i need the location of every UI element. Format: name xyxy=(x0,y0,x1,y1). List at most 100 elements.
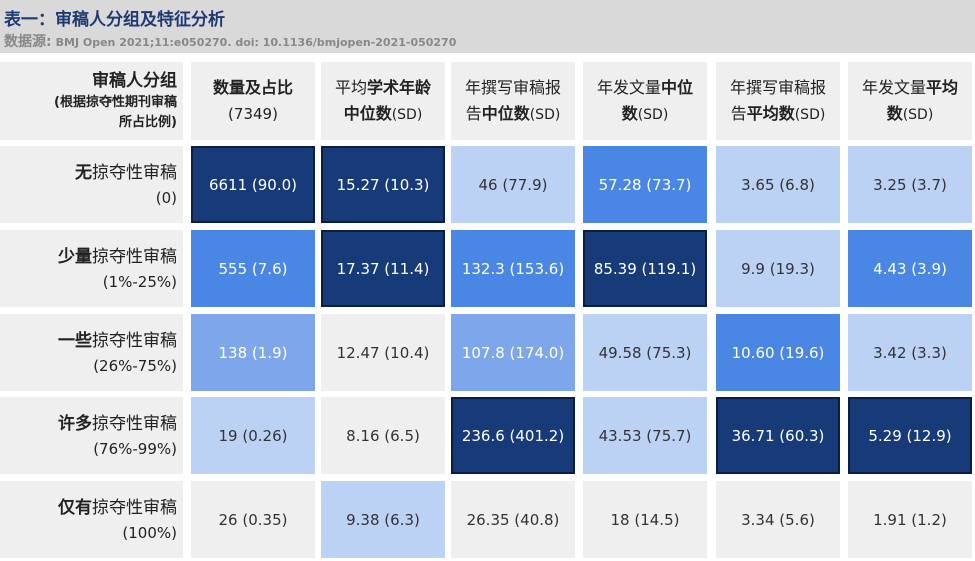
column-header-part: 中位数 xyxy=(343,103,392,123)
table-cell: 49.58 (75.3) xyxy=(583,314,707,391)
column-header-line2: 告平均数(SD) xyxy=(731,101,826,128)
row-header-emphasis: 一些 xyxy=(58,330,92,351)
table-cell: 57.28 (73.7) xyxy=(583,146,707,223)
row-header-range: (1%-25%) xyxy=(102,272,177,291)
column-header-part: 数 xyxy=(621,103,638,123)
column-header-part: 学术年龄 xyxy=(367,77,432,97)
column-header-part: 年发文量 xyxy=(596,77,661,97)
column-header-line2: 数(SD) xyxy=(887,101,934,128)
column-header-2: 年撰写审稿报 告中位数(SD) xyxy=(451,62,575,140)
corner-header: 审稿人分组 (根据掠夺性期刊审稿 所占比例) xyxy=(0,62,183,140)
column-header-part: (SD) xyxy=(637,106,669,123)
column-header-part: 数量及占比 xyxy=(212,78,293,97)
corner-note-2: 所占比例) xyxy=(119,115,177,130)
column-header-line1: 平均学术年龄 xyxy=(335,75,431,101)
column-header-5: 年发文量平均 数(SD) xyxy=(848,62,972,140)
row-header-label: 少量掠夺性审稿 xyxy=(58,244,177,270)
table-cell: 3.65 (6.8) xyxy=(716,146,840,223)
column-header-part: (SD) xyxy=(794,106,826,123)
row-header-range: (0) xyxy=(155,188,177,207)
row-header-label: 仅有掠夺性审稿 xyxy=(58,495,177,521)
source-label: 数据源: xyxy=(4,34,52,50)
table-cell: 3.42 (3.3) xyxy=(848,314,972,391)
table-cell: 132.3 (153.6) xyxy=(451,230,575,307)
source-text: BMJ Open 2021;11:e050270. doi: 10.1136/b… xyxy=(55,36,457,49)
corner-title: 审稿人分组 xyxy=(92,71,177,91)
table-cell: 236.6 (401.2) xyxy=(451,397,575,474)
column-header-part: 中位 xyxy=(661,77,694,97)
row-header-text: 掠夺性审稿 xyxy=(92,497,177,518)
column-header-part: 年撰写审稿报 xyxy=(729,77,826,97)
column-header-line2: 告中位数(SD) xyxy=(466,101,561,128)
table-cell: 555 (7.6) xyxy=(191,230,315,307)
row-header-text: 掠夺性审稿 xyxy=(92,330,177,351)
table-cell: 12.47 (10.4) xyxy=(321,314,445,391)
table-cell: 26 (0.35) xyxy=(191,481,315,558)
column-header-part: 数 xyxy=(886,103,903,123)
column-header-part: 告 xyxy=(465,103,482,123)
column-header-part: 平均数 xyxy=(746,103,795,123)
column-header-part: (SD) xyxy=(902,106,934,123)
table-cell: 8.16 (6.5) xyxy=(321,397,445,474)
column-header-line1: 数量及占比 xyxy=(213,75,293,101)
column-header-line1: 年发文量平均 xyxy=(862,75,958,101)
table-cell: 43.53 (75.7) xyxy=(583,397,707,474)
row-header-0: 无掠夺性审稿 (0) xyxy=(0,146,183,223)
row-header-label: 一些掠夺性审稿 xyxy=(58,328,177,354)
row-header-emphasis: 许多 xyxy=(58,413,92,434)
title-bar: 表一：审稿人分组及特征分析 数据源: BMJ Open 2021;11:e0502… xyxy=(0,0,975,53)
column-header-line2: 中位数(SD) xyxy=(344,101,423,128)
column-header-0: 数量及占比 (7349) xyxy=(191,62,315,140)
source-line: 数据源: BMJ Open 2021;11:e050270. doi: 10.11… xyxy=(4,31,456,51)
row-header-range: (76%-99%) xyxy=(93,439,177,458)
row-header-text: 掠夺性审稿 xyxy=(92,162,177,183)
column-header-4: 年撰写审稿报 告平均数(SD) xyxy=(716,62,840,140)
row-header-text: 掠夺性审稿 xyxy=(92,246,177,267)
row-header-1: 少量掠夺性审稿 (1%-25%) xyxy=(0,230,183,307)
column-header-line1: 年撰写审稿报 xyxy=(730,75,826,101)
table-cell: 4.43 (3.9) xyxy=(848,230,972,307)
corner-note-1: (根据掠夺性期刊审稿 xyxy=(54,95,177,110)
column-header-part: 年发文量 xyxy=(861,77,926,97)
table-cell: 1.91 (1.2) xyxy=(848,481,972,558)
column-header-part: (SD) xyxy=(391,106,423,123)
table-cell: 18 (14.5) xyxy=(583,481,707,558)
table-cell: 36.71 (60.3) xyxy=(716,397,840,474)
row-header-emphasis: 仅有 xyxy=(58,497,92,518)
table-cell: 15.27 (10.3) xyxy=(321,146,445,223)
column-header-part: 平均 xyxy=(334,77,367,97)
table-cell: 26.35 (40.8) xyxy=(451,481,575,558)
table-cell: 9.9 (19.3) xyxy=(716,230,840,307)
column-header-part: 中位数 xyxy=(481,103,530,123)
table-cell: 9.38 (6.3) xyxy=(321,481,445,558)
table-cell: 19 (0.26) xyxy=(191,397,315,474)
row-header-label: 无掠夺性审稿 xyxy=(75,160,177,186)
table-cell: 138 (1.9) xyxy=(191,314,315,391)
table-title: 表一：审稿人分组及特征分析 xyxy=(4,10,225,30)
row-header-text: 掠夺性审稿 xyxy=(92,413,177,434)
row-header-range: (100%) xyxy=(122,523,177,542)
column-header-1: 平均学术年龄 中位数(SD) xyxy=(321,62,445,140)
row-header-range: (26%-75%) xyxy=(93,356,177,375)
row-header-2: 一些掠夺性审稿 (26%-75%) xyxy=(0,314,183,391)
column-header-sub: (7349) xyxy=(228,105,278,123)
row-header-3: 许多掠夺性审稿 (76%-99%) xyxy=(0,397,183,474)
column-header-line1: 年撰写审稿报 xyxy=(465,75,561,101)
table-cell: 6611 (90.0) xyxy=(191,146,315,223)
table-cell: 85.39 (119.1) xyxy=(583,230,707,307)
table-cell: 3.25 (3.7) xyxy=(848,146,972,223)
column-header-part: 告 xyxy=(730,103,747,123)
column-header-part: 平均 xyxy=(926,77,959,97)
column-header-3: 年发文量中位 数(SD) xyxy=(583,62,707,140)
row-header-label: 许多掠夺性审稿 xyxy=(58,411,177,437)
row-header-4: 仅有掠夺性审稿 (100%) xyxy=(0,481,183,558)
table-cell: 17.37 (11.4) xyxy=(321,230,445,307)
table-cell: 3.34 (5.6) xyxy=(716,481,840,558)
column-header-part: (SD) xyxy=(529,106,561,123)
row-header-emphasis: 无 xyxy=(75,162,92,183)
column-header-line2: 数(SD) xyxy=(622,101,669,128)
column-header-line1: 年发文量中位 xyxy=(597,75,693,101)
table-cell: 107.8 (174.0) xyxy=(451,314,575,391)
table-cell: 46 (77.9) xyxy=(451,146,575,223)
table-cell: 5.29 (12.9) xyxy=(848,397,972,474)
